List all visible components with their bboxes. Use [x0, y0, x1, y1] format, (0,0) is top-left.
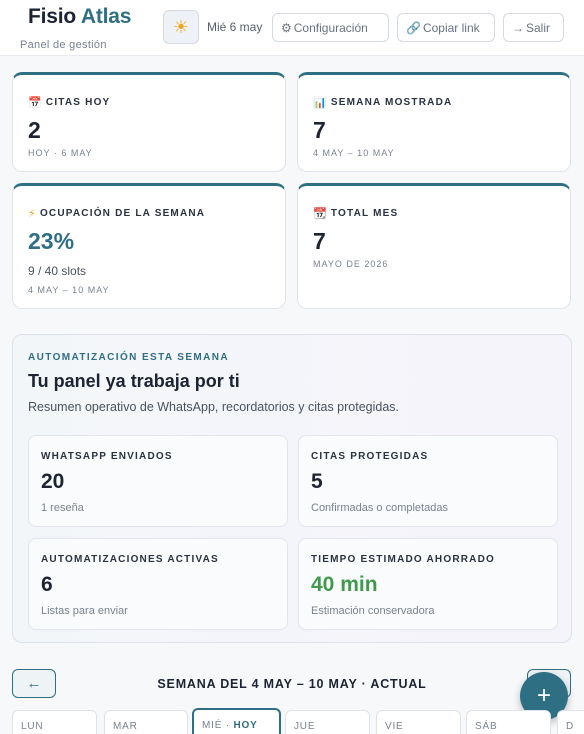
- stat-detail: 9 / 40 slots: [28, 264, 87, 278]
- logout-button[interactable]: → Salir: [503, 13, 564, 42]
- day-label: JUE: [294, 721, 316, 732]
- card-label: AUTOMATIZACIONES ACTIVAS: [41, 554, 219, 565]
- sun-icon: ☀: [172, 16, 190, 37]
- stat-card-total-mes: 📆 TOTAL MES 7 MAYO DE 2026: [297, 183, 571, 309]
- brand-logo[interactable]: Fisio Atlas: [28, 5, 131, 29]
- stat-sub: 4 MAY – 10 MAY: [28, 285, 110, 295]
- stat-value: 7: [313, 117, 326, 143]
- brand-main: Fisio: [28, 5, 77, 28]
- stat-label: SEMANA MOSTRADA: [330, 97, 453, 108]
- stat-sub: 4 MAY – 10 MAY: [313, 148, 395, 158]
- card-label: TIEMPO ESTIMADO AHORRADO: [311, 554, 495, 565]
- stat-value: 2: [28, 117, 41, 143]
- today-badge: HOY: [233, 720, 258, 731]
- link-icon: 🔗: [406, 20, 421, 35]
- automation-eyebrow: AUTOMATIZACIÓN ESTA SEMANA: [28, 352, 230, 363]
- day-tab-mar[interactable]: MAR: [104, 710, 188, 734]
- card-sub: Confirmadas o completadas: [311, 502, 448, 514]
- copy-link-label: Copiar link: [422, 20, 480, 35]
- day-tab-dom[interactable]: D: [557, 710, 584, 734]
- card-value: 40 min: [311, 573, 378, 596]
- logout-label: Salir: [526, 20, 551, 35]
- plus-icon: +: [536, 682, 551, 709]
- stat-sub: HOY · 6 MAY: [28, 148, 93, 158]
- stat-sub: MAYO DE 2026: [313, 259, 389, 269]
- stat-card-citas-hoy: 📅 CITAS HOY 2 HOY · 6 MAY: [12, 72, 286, 172]
- calendar-icon: 📅: [28, 97, 43, 109]
- day-tab-lun[interactable]: LUN: [12, 710, 97, 734]
- automation-card-protected: CITAS PROTEGIDAS 5 Confirmadas o complet…: [298, 435, 558, 527]
- config-label: Configuración: [293, 20, 368, 35]
- lightning-icon: ⚡: [28, 208, 37, 220]
- gear-icon: ⚙: [281, 20, 292, 35]
- day-tab-mie[interactable]: MIÉ · HOY: [192, 708, 281, 734]
- automation-card-whatsapp: WHATSAPP ENVIADOS 20 1 reseña: [28, 435, 288, 527]
- card-value: 5: [311, 470, 323, 493]
- day-label: LUN: [21, 721, 44, 732]
- bar-chart-icon: 📊: [313, 97, 328, 109]
- current-date: Mié 6 may: [207, 20, 263, 34]
- stat-card-ocupacion: ⚡ OCUPACIÓN DE LA SEMANA 23% 9 / 40 slot…: [12, 183, 286, 309]
- automation-panel: AUTOMATIZACIÓN ESTA SEMANA Tu panel ya t…: [12, 334, 572, 643]
- brand-accent: Atlas: [80, 5, 132, 28]
- stat-value: 23%: [28, 228, 75, 254]
- day-label: VIE: [385, 721, 404, 732]
- stat-card-semana: 📊 SEMANA MOSTRADA 7 4 MAY – 10 MAY: [297, 72, 571, 172]
- card-value: 6: [41, 573, 53, 596]
- day-label: D: [566, 721, 575, 732]
- card-value: 20: [41, 470, 65, 493]
- stat-value: 7: [313, 228, 326, 254]
- card-label: WHATSAPP ENVIADOS: [41, 451, 173, 462]
- stat-label: OCUPACIÓN DE LA SEMANA: [39, 208, 206, 219]
- card-sub: Listas para enviar: [41, 605, 128, 617]
- day-tab-sab[interactable]: SÁB: [466, 710, 551, 734]
- week-label: SEMANA DEL 4 MAY – 10 MAY · ACTUAL: [157, 677, 427, 691]
- calendar-month-icon: 📆: [313, 208, 328, 220]
- card-sub: 1 reseña: [41, 502, 84, 514]
- theme-toggle-button[interactable]: ☀: [163, 10, 199, 44]
- automation-title: Tu panel ya trabaja por ti: [28, 371, 240, 391]
- card-sub: Estimación conservadora: [311, 605, 435, 617]
- day-tab-vie[interactable]: VIE: [376, 710, 461, 734]
- copy-link-button[interactable]: 🔗 Copiar link: [397, 13, 495, 42]
- automation-card-time-saved: TIEMPO ESTIMADO AHORRADO 40 min Estimaci…: [298, 538, 558, 630]
- brand-subtitle: Panel de gestión: [20, 39, 107, 51]
- config-button[interactable]: ⚙ Configuración: [272, 13, 389, 42]
- day-label: MIÉ: [202, 720, 223, 731]
- stat-label: TOTAL MES: [330, 208, 399, 219]
- automation-description: Resumen operativo de WhatsApp, recordato…: [28, 400, 400, 414]
- stat-label: CITAS HOY: [45, 97, 111, 108]
- arrow-right-icon: →: [512, 20, 524, 35]
- day-label: MAR: [113, 721, 138, 732]
- day-tab-jue[interactable]: JUE: [285, 710, 370, 734]
- app-header: Fisio Atlas Panel de gestión ☀ Mié 6 may…: [0, 0, 584, 56]
- day-label: SÁB: [475, 721, 498, 732]
- automation-card-active: AUTOMATIZACIONES ACTIVAS 6 Listas para e…: [28, 538, 288, 630]
- card-label: CITAS PROTEGIDAS: [311, 451, 429, 462]
